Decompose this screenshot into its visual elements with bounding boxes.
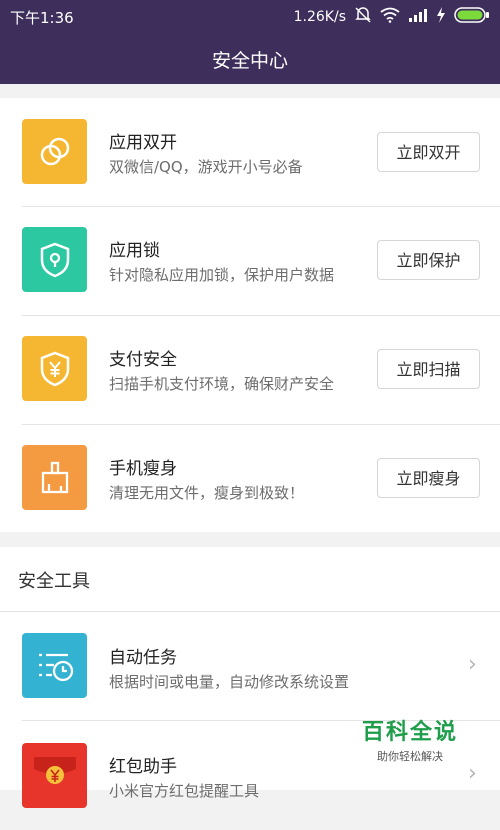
chevron-right-icon: › [468,652,477,677]
payment-scan-button[interactable]: 立即扫描 [377,349,480,389]
network-speed: 1.26K/s [293,9,346,25]
feature-title: 支付安全 [109,350,177,370]
mute-icon [354,6,372,28]
watermark-title: 百科全说 [361,720,458,745]
status-time: 下午1:36 [10,9,74,27]
tool-row-auto-task[interactable]: 自动任务 根据时间或电量，自动修改系统设置 › [0,612,500,721]
dual-apps-button[interactable]: 立即双开 [377,132,480,172]
dual-circles-icon [22,119,87,184]
feature-row-dual-apps[interactable]: 应用双开 双微信/QQ，游戏开小号必备 立即双开 [0,98,500,207]
feature-list: 应用双开 双微信/QQ，游戏开小号必备 立即双开 应用锁 针对隐私应用加锁，保护… [0,98,500,532]
chevron-right-icon: › [468,761,477,786]
wifi-icon [380,7,400,27]
app-lock-button[interactable]: 立即保护 [377,240,480,280]
tool-desc: 小米官方红包提醒工具 [109,782,260,800]
watermark-subtitle: 助你轻松解决 [377,750,443,763]
feature-title: 应用双开 [109,133,177,153]
feature-title: 应用锁 [109,241,160,261]
shield-lock-icon [22,227,87,292]
tool-title: 自动任务 [109,648,177,668]
feature-title: 手机瘦身 [109,459,177,479]
feature-row-payment-security[interactable]: 支付安全 扫描手机支付环境，确保财产安全 立即扫描 [0,316,500,425]
feature-row-cleaner[interactable]: 手机瘦身 清理无用文件，瘦身到极致！ 立即瘦身 [0,425,500,534]
red-packet-icon [22,743,87,808]
task-clock-icon [22,633,87,698]
cleaner-button[interactable]: 立即瘦身 [377,458,480,498]
feature-desc: 扫描手机支付环境，确保财产安全 [109,375,335,393]
watermark: 百科全说 助你轻松解决 [350,714,470,764]
title-bar: 安全中心 [0,34,500,84]
status-icons: 1.26K/s [294,6,490,28]
tool-title: 红包助手 [109,757,177,777]
charging-icon [436,7,446,27]
signal-icon [408,7,428,27]
battery-icon [454,7,490,27]
feature-desc: 双微信/QQ，游戏开小号必备 [109,158,303,176]
broom-icon [22,445,87,510]
feature-desc: 清理无用文件，瘦身到极致！ [109,484,305,502]
status-bar: 下午1:36 1.26K/s [0,0,500,34]
page-title: 安全中心 [211,50,288,72]
section-title: 安全工具 [18,571,90,592]
feature-row-app-lock[interactable]: 应用锁 针对隐私应用加锁，保护用户数据 立即保护 [0,207,500,316]
shield-yen-icon [22,336,87,401]
tool-desc: 根据时间或电量，自动修改系统设置 [109,673,350,691]
feature-desc: 针对隐私应用加锁，保护用户数据 [109,266,335,284]
